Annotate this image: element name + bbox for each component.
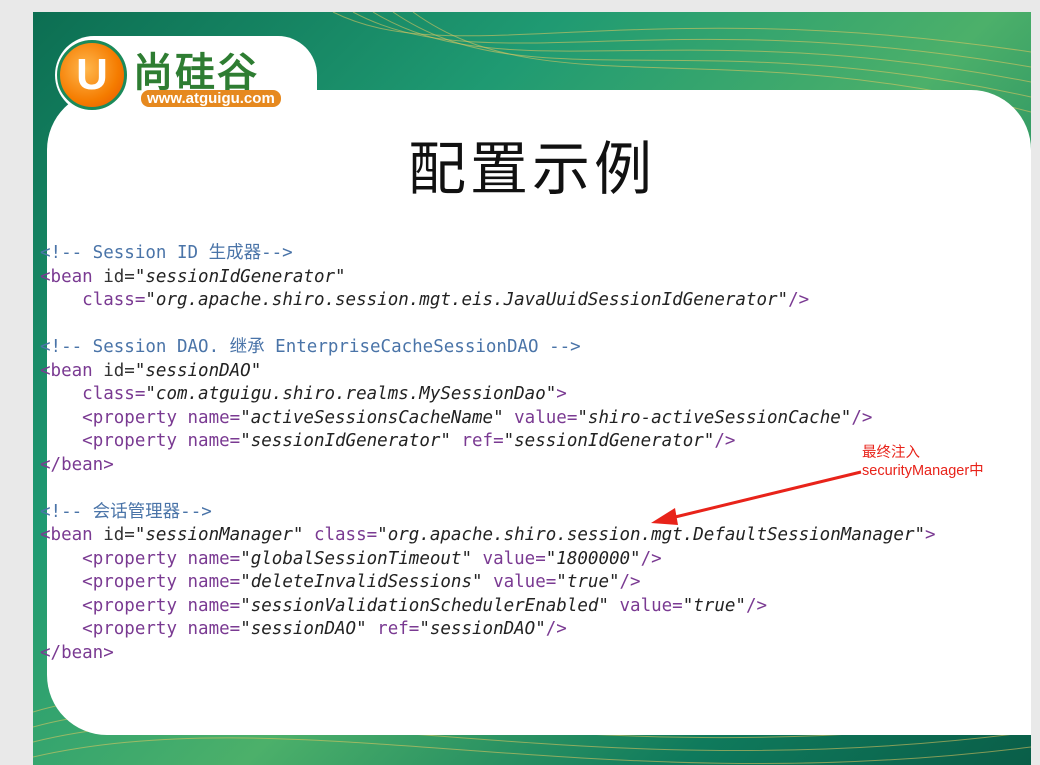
code-token: > [925,525,936,545]
annotation-line-2: securityManager中 [862,463,984,479]
code-token: value= [472,548,546,569]
code-token: "true" [556,572,620,592]
code-token: </bean> [40,642,114,663]
code-token: <!-- Session DAO. 继承 EnterpriseCacheSess… [40,337,581,357]
code-line: <!-- 会话管理器--> [40,501,936,525]
code-token: id= [103,266,135,287]
slide-title: 配置示例 [407,135,656,203]
annotation-line-1: 最终注入 [862,445,920,461]
code-token: /> [851,407,873,428]
code-token: "1800000" [545,548,641,569]
code-token: name= [187,548,241,569]
annotation-note: 最终注入 securityManager中 [862,444,984,480]
code-token: /> [714,431,736,451]
slide: U 尚硅谷 www.atguigu.com 配置示例 <!-- Session … [33,12,1031,765]
code-token: "sessionDAO" [134,360,262,381]
code-token: "org.apache.shiro.session.mgt.DefaultSes… [377,525,926,545]
code-token: "activeSessionsCacheName" [240,407,504,428]
code-line: <property name="sessionIdGenerator" ref=… [40,430,936,454]
code-token: class= [82,384,146,404]
code-token: "true" [682,595,746,616]
code-line: class="org.apache.shiro.session.mgt.eis.… [40,289,936,313]
code-token: <property [82,431,188,451]
code-token: "sessionIdGenerator" [134,266,346,287]
atguigu-logo: U 尚硅谷 www.atguigu.com [55,36,317,114]
code-token: value= [503,407,578,428]
code-token: "deleteInvalidSessions" [240,572,483,592]
code-token: "org.apache.shiro.session.mgt.eis.JavaUu… [145,290,789,310]
code-token: <bean [40,360,104,381]
code-token: class= [82,290,146,310]
code-line: class="com.atguigu.shiro.realms.MySessio… [40,383,936,407]
code-token: /> [745,595,768,616]
code-token: /> [619,572,641,592]
code-token: </bean> [40,454,114,475]
code-line: </bean> [40,642,936,666]
code-token: <property [82,595,188,616]
xml-code-block: <!-- Session ID 生成器--> <bean id="sessionI… [40,242,936,665]
code-token: > [556,384,567,404]
code-token: name= [187,595,241,616]
code-token: "sessionDAO" [240,619,367,639]
code-token: name= [187,572,241,592]
code-token: <property [82,548,188,569]
code-line: <bean id="sessionIdGenerator" [40,266,936,290]
code-token: <!-- 会话管理器--> [40,501,212,522]
code-token: "sessionIdGenerator" [503,431,715,451]
code-token: "sessionIdGenerator" [240,431,451,451]
code-token: <!-- Session ID 生成器--> [40,243,293,263]
code-token: "com.atguigu.shiro.realms.MySessionDao" [145,384,557,404]
code-line: <property name="sessionValidationSchedul… [40,595,936,619]
code-line: </bean> [40,454,936,478]
code-line: <property name="globalSessionTimeout" va… [40,548,936,572]
code-token: ref= [366,619,420,639]
code-token: /> [545,619,567,639]
code-token: <property [82,572,188,592]
code-line: <property name="activeSessionsCacheName"… [40,407,936,431]
code-token: ref= [450,431,504,451]
code-token: value= [482,572,557,592]
code-token: "sessionDAO" [419,619,546,639]
code-token: name= [187,431,241,451]
code-token: /> [788,290,810,310]
code-token: id= [103,360,135,381]
code-line: <property name="sessionDAO" ref="session… [40,618,936,642]
logo-url: www.atguigu.com [141,90,281,107]
code-token: name= [187,619,241,639]
code-token: <bean [40,525,104,545]
code-line: <bean id="sessionDAO" [40,360,936,384]
code-line: <property name="deleteInvalidSessions" v… [40,571,936,595]
code-line: <!-- Session ID 生成器--> [40,242,936,266]
code-token: class= [303,525,378,545]
code-token: <property [82,407,188,428]
code-token: /> [640,548,662,569]
code-line: <bean id="sessionManager" class="org.apa… [40,524,936,548]
code-token: id= [103,525,135,545]
code-token: name= [187,407,241,428]
code-token: value= [608,595,683,616]
code-token: "globalSessionTimeout" [240,548,472,569]
code-token: "sessionManager" [134,525,304,545]
logo-letter: U [76,50,108,99]
code-token: "sessionValidationSchedulerEnabled" [240,595,609,616]
code-token: <bean [40,266,104,287]
panel-edge [1021,162,1031,582]
code-token: <property [82,619,188,639]
code-token: "shiro-activeSessionCache" [577,407,852,428]
code-line: <!-- Session DAO. 继承 EnterpriseCacheSess… [40,336,936,360]
